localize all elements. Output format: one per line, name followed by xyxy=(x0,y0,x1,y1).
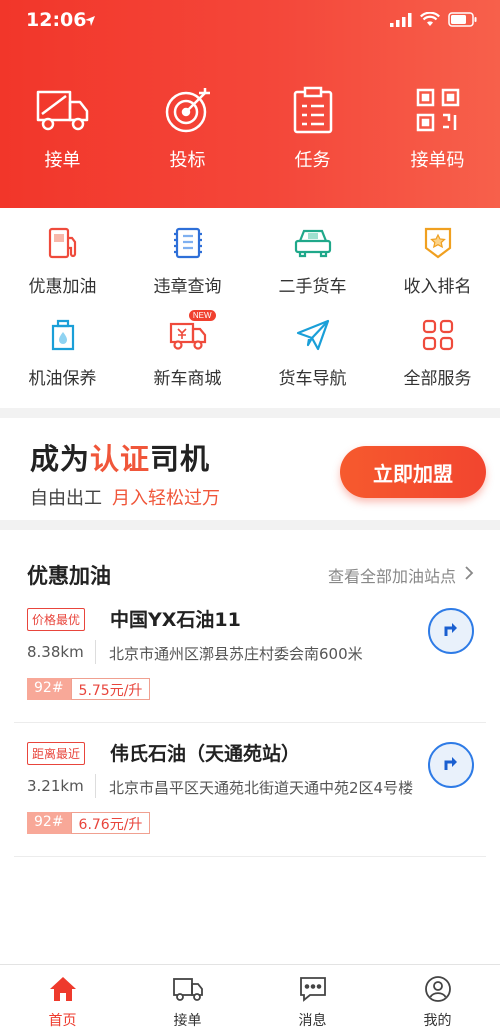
service-oil-maintenance[interactable]: 机油保养 xyxy=(0,316,125,408)
bottom-tab-bar: 首页 接单 消息 我的 xyxy=(0,964,500,1036)
user-icon xyxy=(424,975,452,1007)
tab-profile[interactable]: 我的 xyxy=(375,965,500,1036)
tab-label: 消息 xyxy=(298,1013,327,1029)
navigate-button[interactable] xyxy=(428,608,474,654)
banner-subtitle: 自由出工 月入轻松过万 xyxy=(30,488,220,509)
grid-icon xyxy=(416,316,460,354)
service-all-services[interactable]: 全部服务 xyxy=(375,316,500,408)
top-actions: 接单 投标 任务 接单码 xyxy=(0,86,500,172)
service-used-truck[interactable]: 二手货车 xyxy=(250,224,375,316)
status-indicators xyxy=(390,11,478,31)
service-new-truck-mall[interactable]: NEW 新车商城 xyxy=(125,310,250,408)
service-label: 全部服务 xyxy=(403,369,472,389)
tab-home[interactable]: 首页 xyxy=(0,965,125,1036)
tab-label: 首页 xyxy=(48,1013,77,1029)
section-title: 优惠加油 xyxy=(27,564,111,588)
service-discount-fuel[interactable]: 优惠加油 xyxy=(0,224,125,316)
top-action-label: 接单 xyxy=(44,150,81,171)
service-label: 货车导航 xyxy=(278,369,347,389)
station-distance: 8.38km xyxy=(27,643,84,661)
tab-label: 接单 xyxy=(173,1013,202,1029)
divider xyxy=(14,722,486,723)
navigation-plane-icon xyxy=(291,316,335,354)
turn-right-arrow-icon xyxy=(441,753,461,777)
station-tag: 距离最近 xyxy=(27,742,86,765)
wifi-icon xyxy=(420,11,440,31)
new-truck-icon: NEW xyxy=(166,310,216,354)
fuel-price: 92# 6.76元/升 xyxy=(27,812,151,834)
header: 12:06 接单 投标 任务 接单码 xyxy=(0,0,500,208)
fuel-price-value: 5.75元/升 xyxy=(70,678,151,700)
location-arrow-icon xyxy=(84,12,96,31)
fuel-pump-icon xyxy=(41,224,85,262)
fuel-section-header: 优惠加油 查看全部加油站点 xyxy=(0,540,500,600)
top-action-bid[interactable]: 投标 xyxy=(125,86,250,172)
service-label: 新车商城 xyxy=(153,369,222,389)
service-income-ranking[interactable]: 收入排名 xyxy=(375,224,500,316)
message-icon xyxy=(298,975,328,1007)
certified-driver-banner: 成为认证司机 自由出工 月入轻松过万 立即加盟 xyxy=(0,420,500,520)
document-icon xyxy=(166,224,210,262)
fuel-grade: 92# xyxy=(27,678,71,700)
separator xyxy=(95,640,96,664)
top-action-label: 接单码 xyxy=(410,150,465,171)
turn-right-arrow-icon xyxy=(441,619,461,643)
top-action-label: 投标 xyxy=(169,150,206,171)
oil-can-icon xyxy=(41,316,85,354)
service-label: 收入排名 xyxy=(403,277,472,297)
signal-icon xyxy=(390,12,412,31)
station-distance: 3.21km xyxy=(27,777,84,795)
section-divider xyxy=(0,408,500,418)
top-action-task[interactable]: 任务 xyxy=(250,86,375,172)
new-badge: NEW xyxy=(188,310,216,321)
tab-label: 我的 xyxy=(423,1013,452,1029)
station-address: 北京市昌平区天通苑北街道天通中苑2区4号楼 xyxy=(109,779,414,797)
view-all-stations-link[interactable]: 查看全部加油站点 xyxy=(328,563,474,587)
car-icon xyxy=(291,224,335,262)
service-violation-query[interactable]: 违章查询 xyxy=(125,224,250,316)
service-label: 机油保养 xyxy=(28,369,97,389)
navigate-button[interactable] xyxy=(428,742,474,788)
fuel-grade: 92# xyxy=(27,812,71,834)
fuel-price: 92# 5.75元/升 xyxy=(27,678,151,700)
top-action-qr-code[interactable]: 接单码 xyxy=(375,86,500,172)
home-icon xyxy=(48,975,78,1007)
section-divider xyxy=(0,520,500,530)
truck-icon xyxy=(36,86,90,134)
station-name: 伟氏石油（天通苑站） xyxy=(110,743,301,765)
chevron-right-icon xyxy=(464,565,474,585)
tab-accept-order[interactable]: 接单 xyxy=(125,965,250,1036)
service-label: 违章查询 xyxy=(153,277,222,297)
top-action-accept-order[interactable]: 接单 xyxy=(0,86,125,172)
station-name: 中国YX石油11 xyxy=(110,609,241,631)
divider xyxy=(14,856,486,857)
station-address: 北京市通州区漷县苏庄村委会南600米 xyxy=(109,645,363,663)
separator xyxy=(95,774,96,798)
truck-icon xyxy=(172,975,204,1007)
status-time: 12:06 xyxy=(26,9,87,31)
service-label: 二手货车 xyxy=(278,277,347,297)
top-action-label: 任务 xyxy=(294,150,331,171)
qr-code-icon xyxy=(411,86,465,134)
battery-icon xyxy=(448,12,478,31)
status-bar: 12:06 xyxy=(0,0,500,44)
target-icon xyxy=(161,86,215,134)
task-list-icon xyxy=(286,86,340,134)
fuel-price-value: 6.76元/升 xyxy=(70,812,151,834)
station-tag: 价格最优 xyxy=(27,608,86,631)
join-now-button[interactable]: 立即加盟 xyxy=(340,446,486,498)
services-grid: 优惠加油 违章查询 二手货车 收入排名 机油保养 NEW 新车商城 货车导航 全… xyxy=(0,224,500,408)
service-label: 优惠加油 xyxy=(28,277,97,297)
ranking-badge-icon xyxy=(416,224,460,262)
tab-messages[interactable]: 消息 xyxy=(250,965,375,1036)
service-truck-navigation[interactable]: 货车导航 xyxy=(250,316,375,408)
banner-title: 成为认证司机 xyxy=(30,442,211,476)
